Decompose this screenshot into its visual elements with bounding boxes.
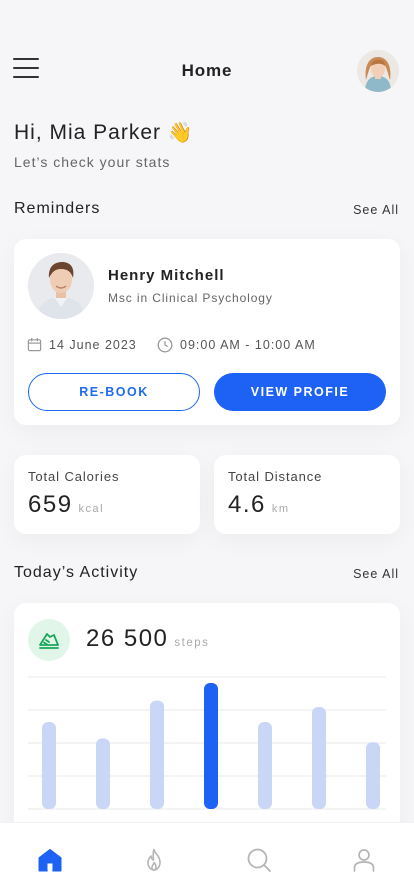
nav-search[interactable]	[246, 847, 272, 873]
bottom-navigation	[0, 822, 414, 896]
activity-title: Today’s Activity	[14, 564, 139, 581]
waving-hand-emoji: 👋	[167, 122, 194, 144]
chart-bar	[258, 722, 272, 809]
chart-bar	[366, 742, 380, 809]
steps-unit: steps	[174, 637, 210, 649]
greeting-heading: Hi, Mia Parker 👋	[14, 120, 194, 145]
clock-icon	[157, 337, 173, 353]
total-distance-card: Total Distance 4.6 km	[214, 455, 400, 534]
home-icon-door	[47, 863, 53, 871]
chart-bar	[96, 738, 110, 809]
user-avatar[interactable]	[357, 50, 399, 92]
appointment-time-text: 09:00 AM - 10:00 AM	[180, 338, 316, 352]
chart-bar	[204, 683, 218, 809]
total-distance-label: Total Distance	[228, 469, 323, 484]
steps-count: 26 500	[86, 625, 169, 652]
home-icon	[38, 849, 62, 872]
steps-icon	[28, 619, 70, 661]
reminders-title: Reminders	[14, 200, 101, 217]
chart-bar	[312, 706, 326, 809]
total-calories-label: Total Calories	[28, 469, 120, 484]
doctor-name: Henry Mitchell	[108, 267, 225, 284]
reminders-see-all-link[interactable]: See All	[353, 203, 399, 217]
rebook-button[interactable]: RE-BOOK	[28, 373, 200, 411]
total-calories-value-row: 659 kcal	[28, 491, 104, 519]
total-calories-card: Total Calories 659 kcal	[14, 455, 200, 534]
page-title: Home	[181, 61, 233, 80]
appointment-date: 14 June 2023	[27, 337, 137, 352]
view-profile-button[interactable]: VIEW PROFIE	[214, 373, 386, 411]
search-icon	[247, 848, 271, 872]
app-header: Home	[0, 50, 414, 92]
total-distance-value-row: 4.6 km	[228, 491, 290, 519]
greeting-subtitle: Let’s check your stats	[14, 154, 171, 170]
doctor-qualification: Msc in Clinical Psychology	[108, 291, 273, 305]
nav-activity[interactable]	[141, 847, 167, 873]
appointment-date-text: 14 June 2023	[49, 337, 137, 352]
calendar-icon	[27, 337, 42, 352]
chart-bar	[42, 722, 56, 809]
chart-bar	[150, 700, 164, 809]
total-distance-unit: km	[271, 503, 290, 515]
nav-profile[interactable]	[351, 847, 377, 873]
activity-see-all-link[interactable]: See All	[353, 567, 399, 581]
steps-value-row: 26 500 steps	[86, 625, 209, 653]
total-calories-unit: kcal	[78, 503, 105, 515]
reminder-card: Henry Mitchell Msc in Clinical Psycholog…	[14, 239, 400, 425]
fire-icon	[147, 848, 161, 871]
total-calories-value: 659	[28, 491, 73, 518]
greeting-text: Hi, Mia Parker	[14, 121, 162, 144]
steps-bar-chart	[28, 676, 386, 810]
doctor-avatar	[28, 253, 94, 319]
profile-icon	[353, 849, 375, 872]
nav-home[interactable]	[37, 847, 63, 873]
total-distance-value: 4.6	[228, 491, 266, 518]
appointment-time: 09:00 AM - 10:00 AM	[157, 337, 316, 353]
